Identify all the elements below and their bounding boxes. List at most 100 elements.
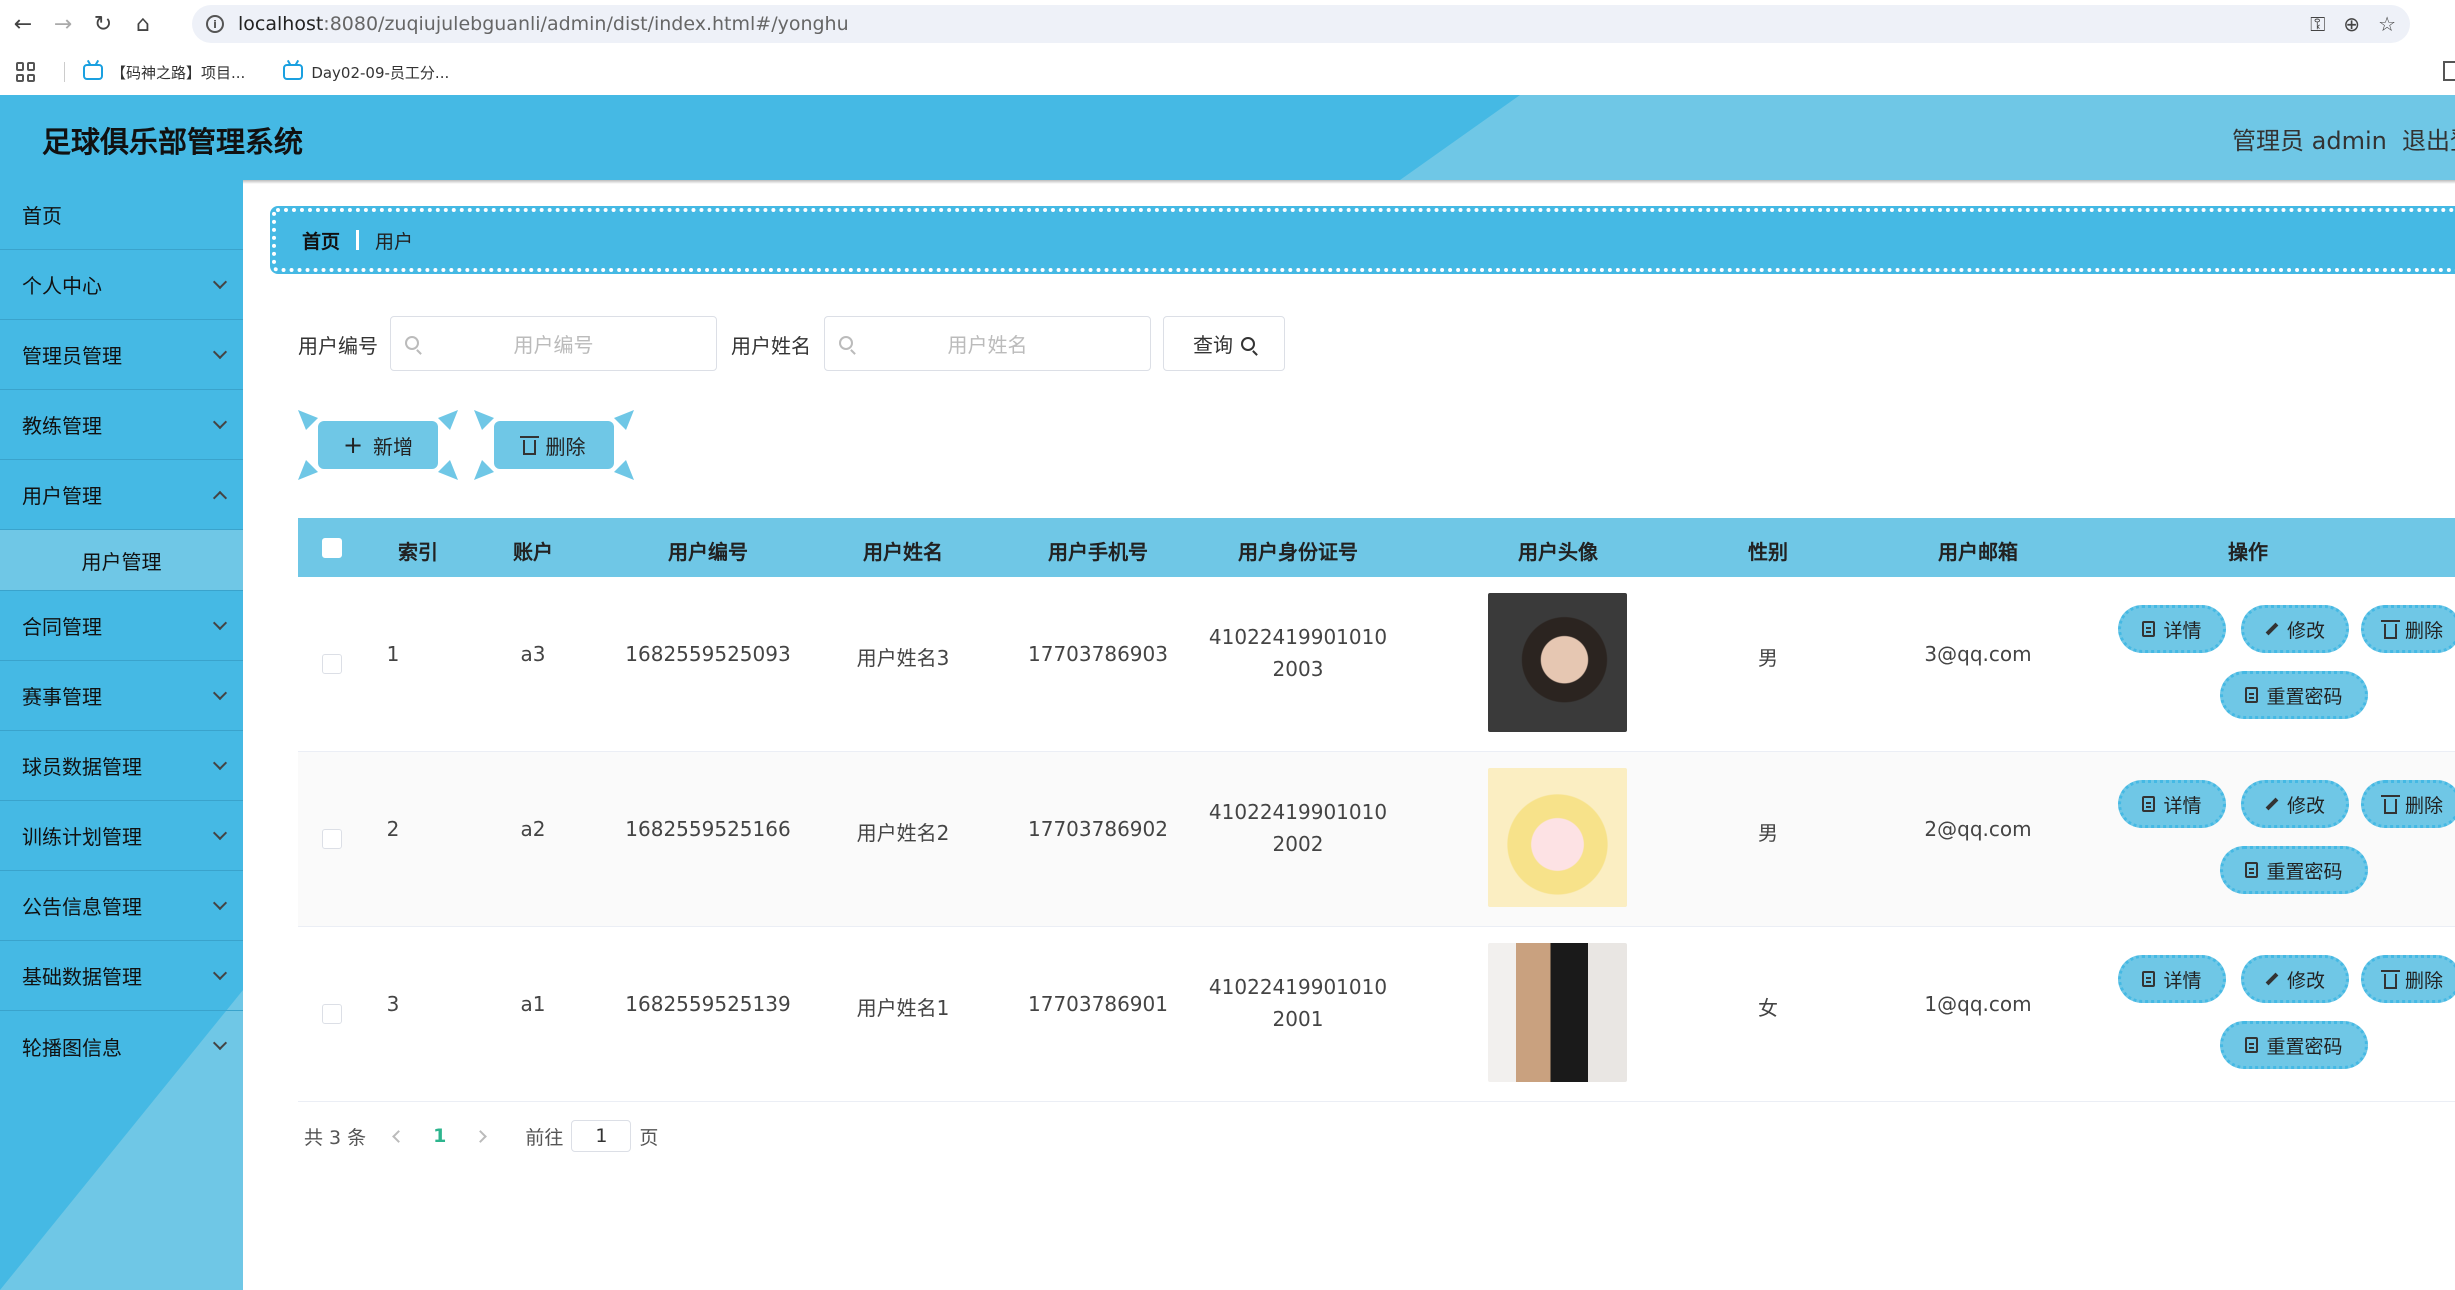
edit-icon — [2265, 622, 2279, 636]
cell-index: 2 — [386, 817, 400, 841]
cell-id-card-line2: 2003 — [1272, 657, 1324, 681]
sidebar-subitem-users[interactable]: 用户管理 — [0, 530, 243, 591]
sidebar: 首页 个人中心 管理员管理 教练管理 用户管理 用户管理 合同管理 赛事管理 球… — [0, 180, 243, 1290]
sidebar-item-contracts[interactable]: 合同管理 — [0, 591, 243, 661]
cell-gender: 男 — [1758, 821, 1778, 845]
sidebar-item-matches[interactable]: 赛事管理 — [0, 661, 243, 731]
row-checkbox[interactable] — [322, 1004, 342, 1024]
sidebar-item-player-stats[interactable]: 球员数据管理 — [0, 731, 243, 801]
cell-email: 3@qq.com — [1924, 642, 2032, 666]
sidebar-item-admins[interactable]: 管理员管理 — [0, 320, 243, 390]
detail-button[interactable]: 详情 — [2118, 605, 2226, 653]
col-ops: 操作 — [2228, 540, 2268, 564]
reset-password-button[interactable]: 重置密码 — [2220, 1021, 2368, 1069]
home-icon[interactable]: ⌂ — [126, 8, 160, 42]
user-name-label: 用户姓名 — [731, 334, 811, 358]
detail-button[interactable]: 详情 — [2118, 780, 2226, 828]
avatar-image[interactable] — [1488, 768, 1627, 907]
table-row: 2 a2 1682559525166 用户姓名2 17703786902 410… — [298, 752, 2455, 927]
cell-index: 3 — [386, 992, 400, 1016]
logout-link[interactable]: 退出登录 — [2402, 121, 2455, 156]
delete-button[interactable]: 删除 — [2361, 780, 2455, 828]
bookmark-label: Day02-09-员工分... — [311, 63, 450, 82]
pagination: 共 3 条 1 前往 1 页 — [304, 1120, 658, 1152]
trash-icon — [2381, 969, 2400, 989]
chevron-down-icon — [212, 825, 228, 841]
cell-email: 1@qq.com — [1924, 992, 2032, 1016]
user-no-input[interactable]: 用户编号 — [390, 316, 717, 371]
document-icon — [2245, 687, 2259, 703]
detail-button[interactable]: 详情 — [2118, 955, 2226, 1003]
edit-button[interactable]: 修改 — [2241, 605, 2349, 653]
query-button[interactable]: 查询 — [1163, 316, 1285, 371]
prev-page-icon[interactable] — [392, 1129, 406, 1143]
pager-goto-input[interactable]: 1 — [571, 1120, 632, 1152]
user-no-placeholder: 用户编号 — [513, 333, 594, 357]
bookmarks-folder-icon[interactable] — [2443, 61, 2455, 81]
url-text: localhost:8080/zuqiujulebguanli/admin/di… — [238, 13, 849, 35]
user-name-input[interactable]: 用户姓名 — [824, 316, 1151, 371]
pager-current-page[interactable]: 1 — [433, 1125, 446, 1147]
key-icon[interactable]: ⚿ — [2310, 12, 2325, 36]
sidebar-item-users[interactable]: 用户管理 — [0, 460, 243, 530]
site-info-icon[interactable]: i — [206, 15, 224, 33]
apps-icon[interactable] — [16, 62, 36, 82]
chevron-down-icon — [212, 615, 228, 631]
delete-button[interactable]: 删除 — [2361, 955, 2455, 1003]
zoom-icon[interactable]: ⊕ — [2343, 12, 2360, 36]
cell-id-card-line1: 41022419901010 — [1208, 975, 1388, 999]
cell-index: 1 — [386, 642, 400, 666]
select-all-checkbox[interactable] — [322, 538, 342, 558]
avatar-image[interactable] — [1488, 593, 1627, 732]
bookmark-2[interactable]: Day02-09-员工分... — [283, 62, 449, 83]
delete-button[interactable]: 删除 — [2361, 605, 2455, 653]
edit-icon — [2265, 972, 2279, 986]
bookmark-label: 【码神之路】项目... — [111, 63, 246, 82]
trash-icon — [519, 435, 539, 455]
sidebar-item-home[interactable]: 首页 — [0, 180, 243, 250]
user-no-label: 用户编号 — [298, 334, 378, 358]
sidebar-item-coaches[interactable]: 教练管理 — [0, 390, 243, 460]
col-index: 索引 — [398, 540, 438, 564]
bookmark-1[interactable]: 【码神之路】项目... — [83, 62, 245, 83]
row-checkbox[interactable] — [322, 829, 342, 849]
reload-icon[interactable]: ↻ — [86, 8, 120, 42]
cell-user-name: 用户姓名3 — [856, 646, 950, 670]
reset-password-button[interactable]: 重置密码 — [2220, 846, 2368, 894]
cell-account: a2 — [520, 817, 546, 841]
cell-gender: 男 — [1758, 646, 1778, 670]
cell-phone: 17703786902 — [1028, 817, 1168, 841]
star-icon[interactable]: ☆ — [2378, 12, 2396, 36]
col-id-card: 用户身份证号 — [1238, 540, 1358, 564]
reset-password-button[interactable]: 重置密码 — [2220, 671, 2368, 719]
document-icon — [2142, 796, 2156, 812]
add-button[interactable]: + 新增 — [318, 421, 438, 469]
cell-phone: 17703786903 — [1028, 642, 1168, 666]
avatar-image[interactable] — [1488, 943, 1627, 1082]
next-page-icon[interactable] — [474, 1129, 488, 1143]
cell-user-name: 用户姓名1 — [856, 996, 950, 1020]
breadcrumb: 首页 用户 — [272, 208, 2455, 272]
sidebar-item-carousel[interactable]: 轮播图信息 — [0, 1011, 243, 1081]
cell-phone: 17703786901 — [1028, 992, 1168, 1016]
pager-total: 共 3 条 — [304, 1126, 367, 1149]
trash-icon — [2381, 619, 2400, 639]
table-row: 3 a1 1682559525139 用户姓名1 17703786901 410… — [298, 927, 2455, 1102]
admin-label: 管理员 admin — [2232, 127, 2387, 155]
back-icon[interactable]: ← — [6, 8, 40, 42]
edit-button[interactable]: 修改 — [2241, 955, 2349, 1003]
sidebar-item-notices[interactable]: 公告信息管理 — [0, 871, 243, 941]
sidebar-item-training[interactable]: 训练计划管理 — [0, 801, 243, 871]
sidebar-item-profile[interactable]: 个人中心 — [0, 250, 243, 320]
batch-delete-button[interactable]: 删除 — [494, 421, 614, 469]
edit-button[interactable]: 修改 — [2241, 780, 2349, 828]
sidebar-item-basic-data[interactable]: 基础数据管理 — [0, 941, 243, 1011]
chevron-up-icon — [212, 490, 228, 506]
forward-icon[interactable]: → — [46, 8, 80, 42]
address-bar[interactable]: i localhost:8080/zuqiujulebguanli/admin/… — [192, 5, 2410, 43]
breadcrumb-home[interactable]: 首页 — [302, 227, 340, 254]
add-label: 新增 — [373, 434, 414, 459]
chevron-down-icon — [212, 965, 228, 981]
col-email: 用户邮箱 — [1938, 540, 2018, 564]
row-checkbox[interactable] — [322, 654, 342, 674]
